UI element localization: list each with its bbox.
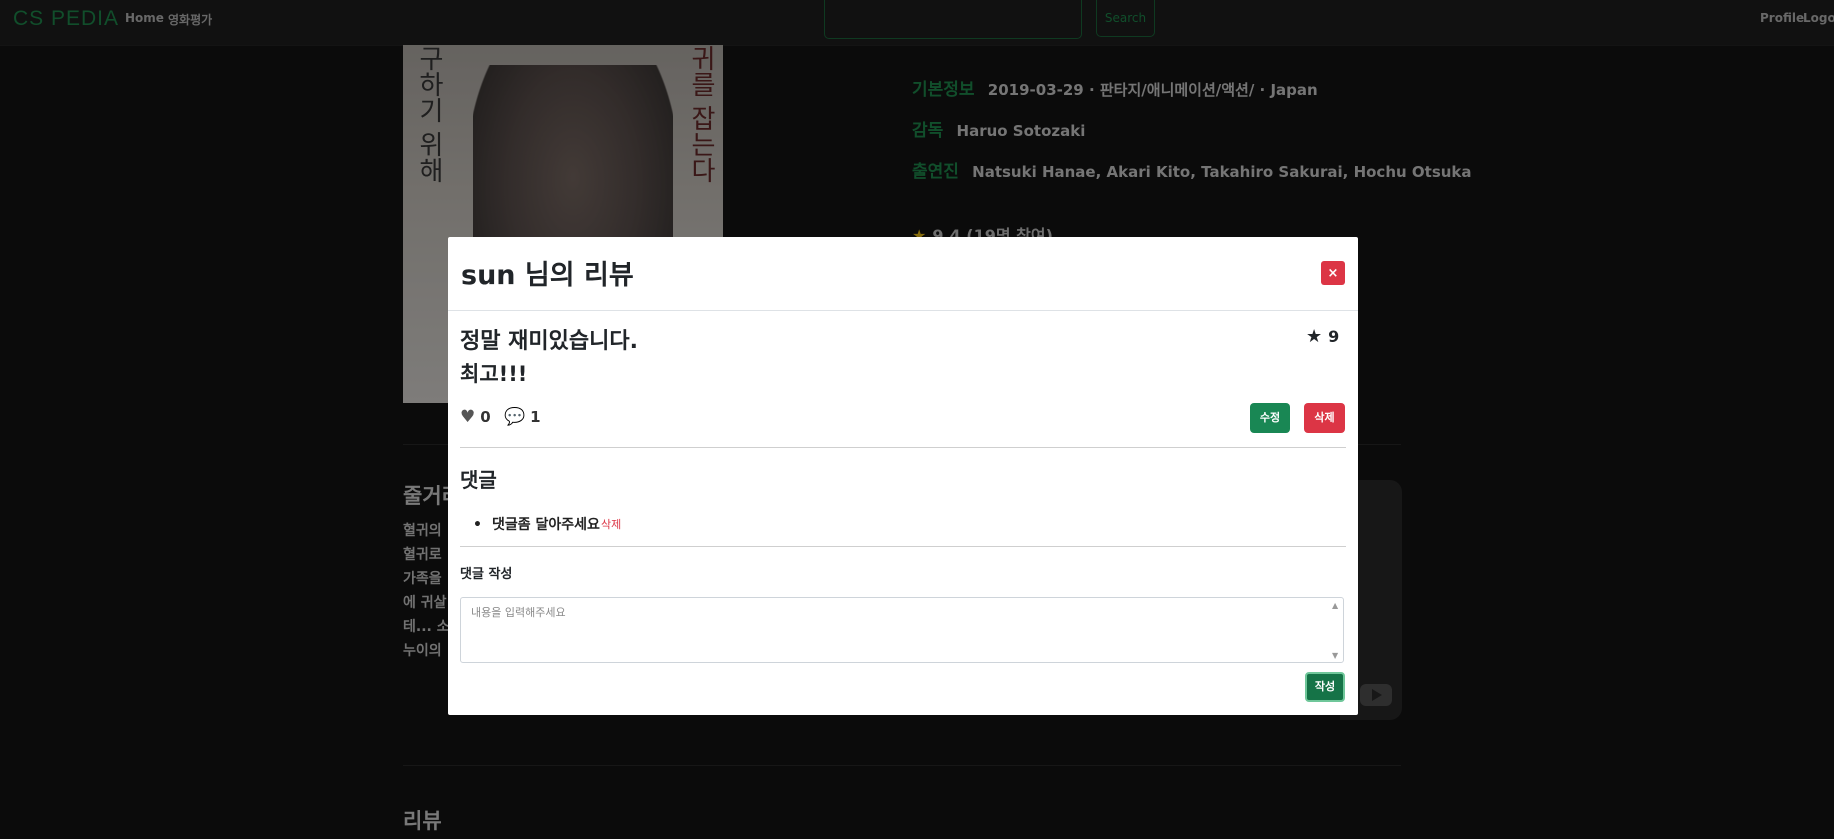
review-modal: sun 님의 리뷰 × 정말 재미있습니다. 최고!!! ★ 9 ♥ 0 💬 1 수정… [448, 237, 1358, 715]
divider [460, 447, 1346, 448]
list-item: • 댓글좀 달아주세요 [473, 514, 600, 534]
comment-text: 댓글좀 달아주세요 [491, 517, 600, 533]
write-comment-label: 댓글 작성 [460, 567, 513, 582]
scroll-down-icon[interactable]: ▼ [1332, 651, 1338, 660]
close-button[interactable]: × [1321, 261, 1345, 285]
modal-title: sun 님의 리뷰 [461, 260, 634, 291]
comment-stat: 💬 1 [504, 407, 541, 427]
like-stat[interactable]: ♥ 0 [460, 407, 491, 427]
bullet: • [473, 517, 482, 533]
modal-header-divider [448, 310, 1358, 311]
delete-button[interactable]: 삭제 [1304, 403, 1345, 433]
edit-button[interactable]: 수정 [1250, 403, 1290, 433]
review-body: 최고!!! [460, 362, 528, 386]
submit-comment-button[interactable]: 작성 [1305, 672, 1345, 702]
comment-textarea[interactable] [460, 597, 1344, 663]
comment-count: 1 [530, 408, 541, 426]
comment-delete-link[interactable]: 삭제 [601, 516, 621, 532]
heart-icon[interactable]: ♥ [460, 407, 475, 427]
score-value: 9 [1328, 327, 1340, 346]
like-count: 0 [480, 408, 491, 426]
review-title: 정말 재미있습니다. [460, 329, 638, 354]
star-icon: ★ [1306, 326, 1323, 347]
comment-icon: 💬 [504, 407, 526, 427]
review-score: ★ 9 [1306, 326, 1339, 347]
divider [460, 546, 1346, 547]
comments-title: 댓글 [460, 468, 497, 492]
scroll-up-icon[interactable]: ▲ [1332, 601, 1338, 610]
